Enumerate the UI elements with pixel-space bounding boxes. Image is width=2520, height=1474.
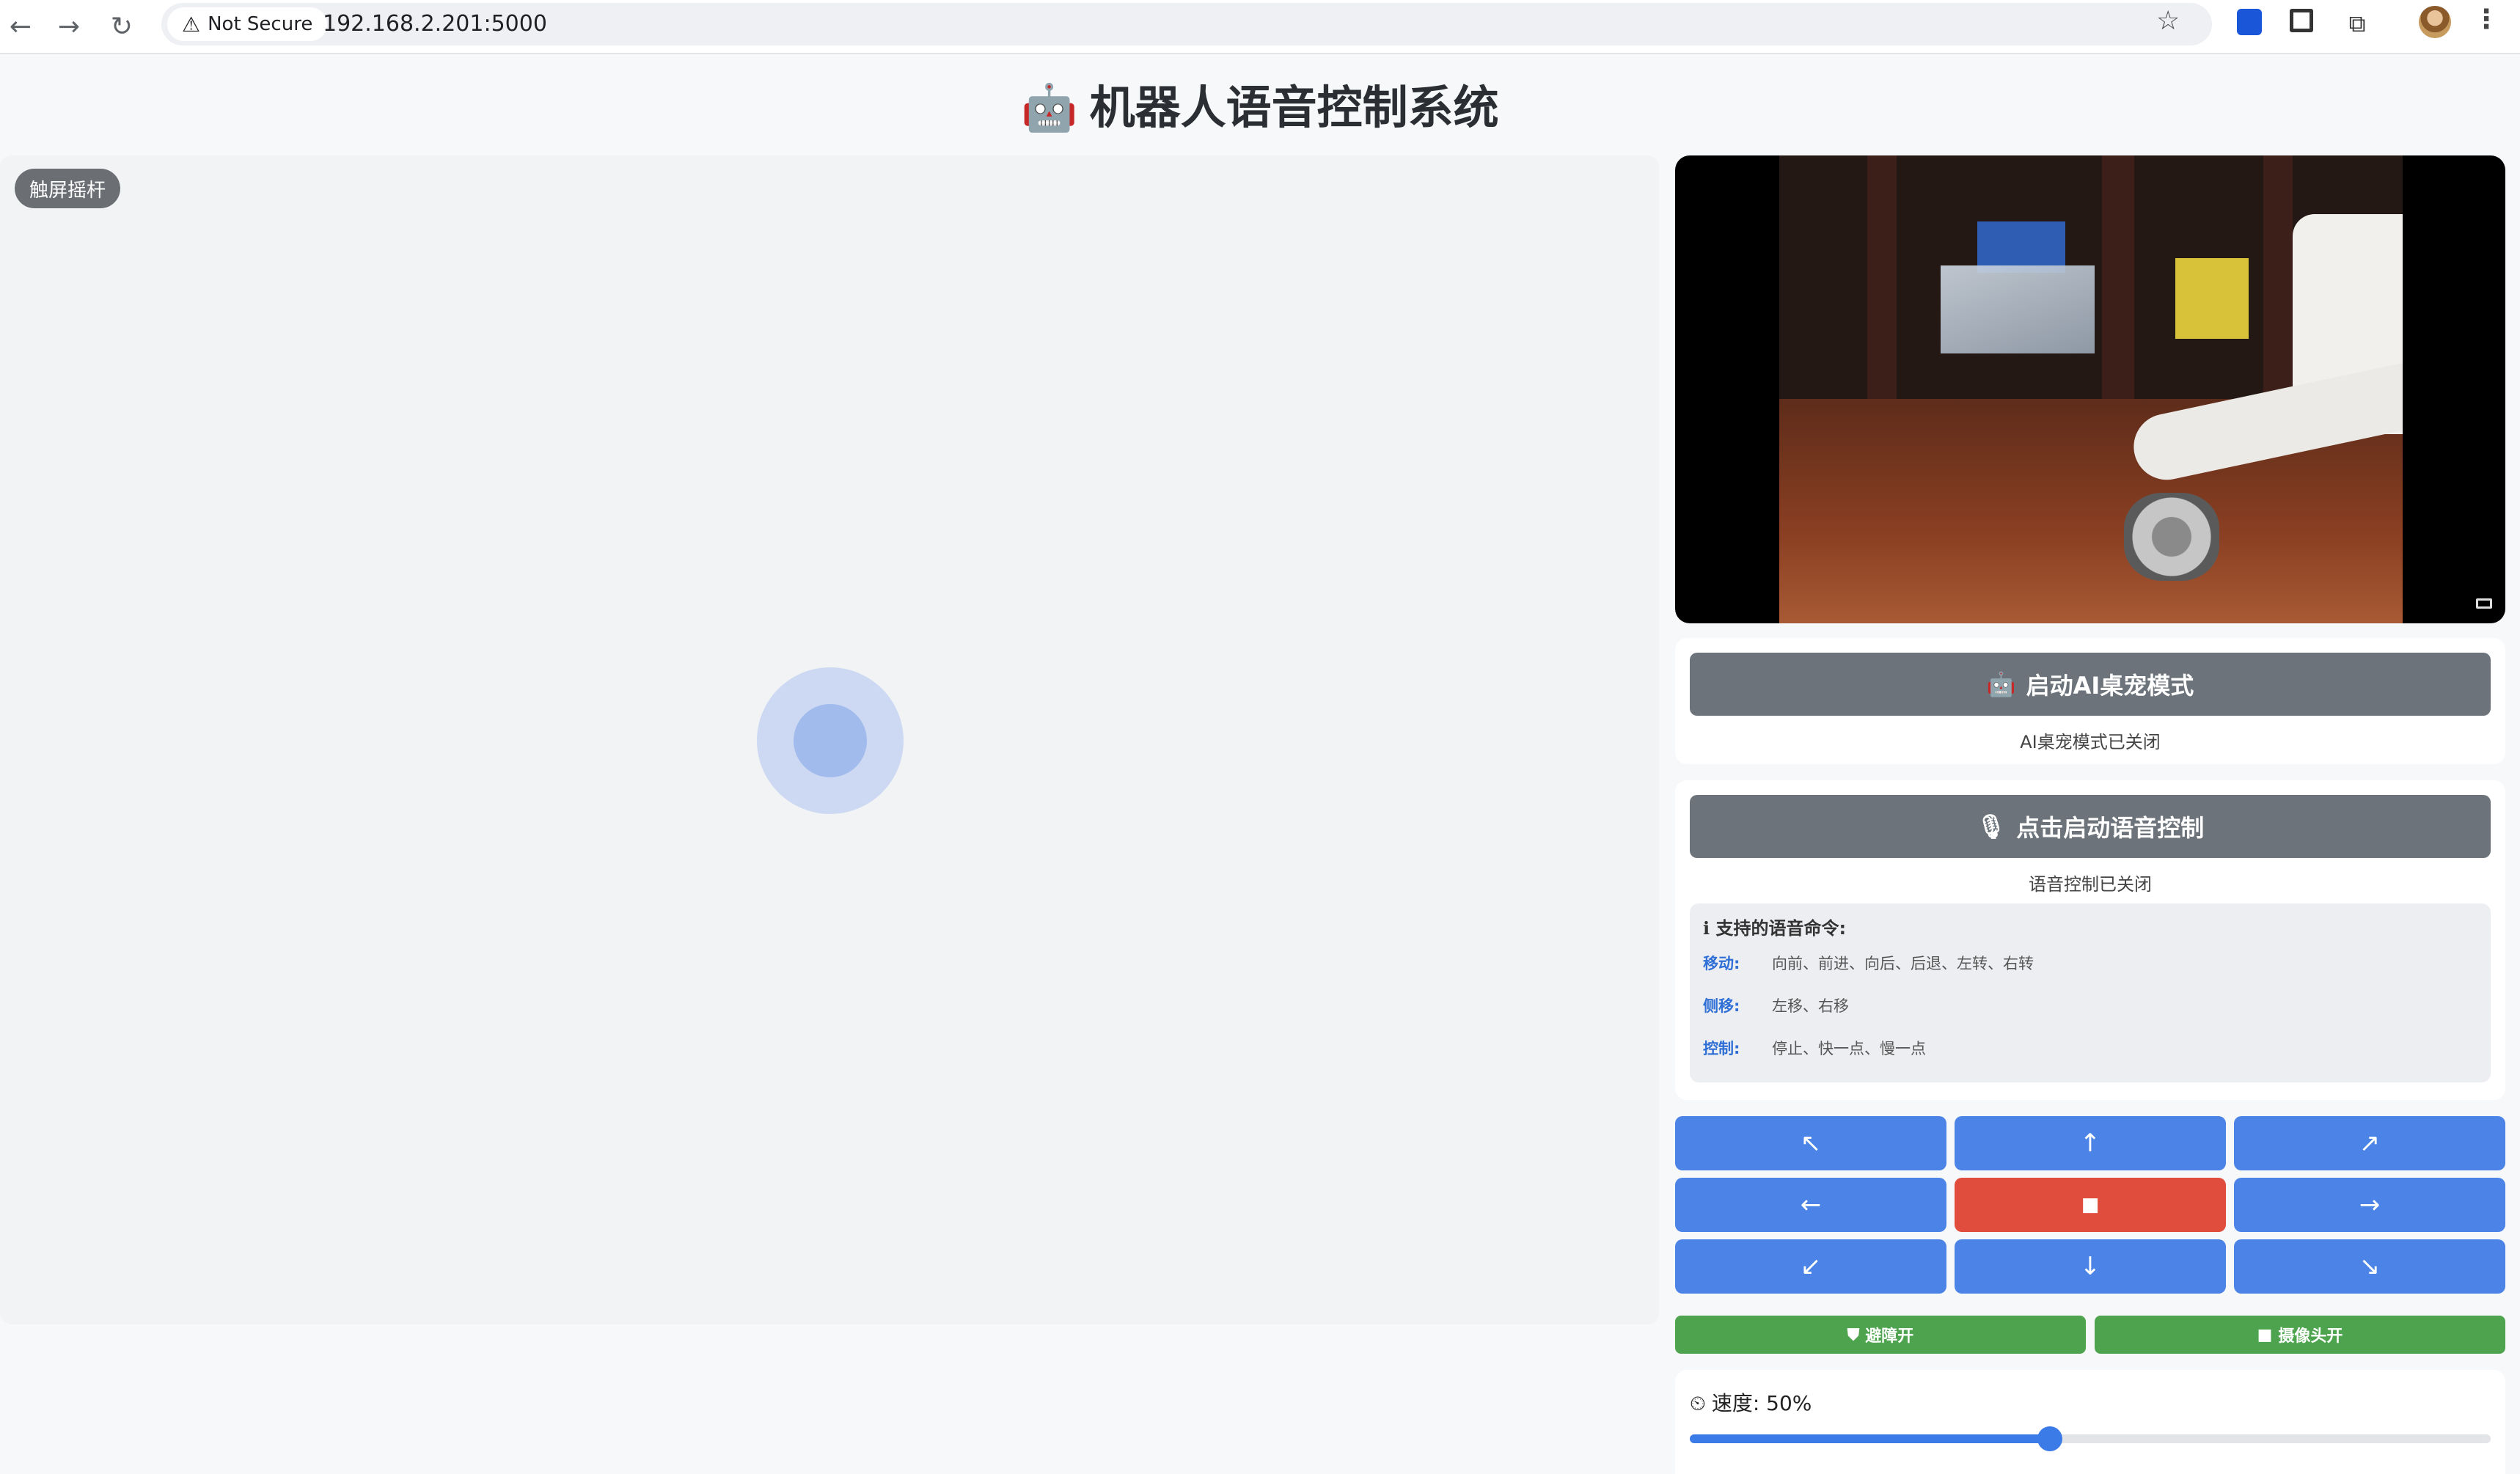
camera-overlay-icon (2476, 598, 2492, 609)
camera-toggle[interactable]: ■ 摄像头开 (2095, 1316, 2505, 1354)
speed-label: ⏲ 速度: 50% (1690, 1387, 1812, 1417)
voice-commands-title: ℹ 支持的语音命令: (1703, 918, 1847, 939)
command-key: 移动: (1703, 955, 1740, 972)
command-value: 左移、右移 (1772, 997, 1849, 1015)
back-icon[interactable]: ← (0, 6, 41, 47)
move-up-left-button[interactable]: ↖ (1675, 1116, 1946, 1170)
joystick-panel[interactable]: 触屏摇杆 (0, 155, 1659, 1324)
speed-text: 速度: 50% (1711, 1391, 1812, 1415)
speed-card: ⏲ 速度: 50% (1675, 1370, 2505, 1474)
move-down-left-button[interactable]: ↙ (1675, 1239, 1946, 1294)
security-label: Not Secure (208, 13, 313, 35)
page-title: 🤖 机器人语音控制系统 (0, 70, 2520, 136)
command-key: 控制: (1703, 1040, 1740, 1057)
profile-avatar[interactable] (2419, 6, 2451, 38)
joystick-knob[interactable] (794, 704, 867, 777)
warning-icon: ⚠ (182, 12, 201, 37)
joystick-base[interactable] (757, 667, 904, 814)
move-right-button[interactable]: → (2234, 1178, 2505, 1232)
voice-control-button-label: 点击启动语音控制 (2016, 814, 2205, 842)
command-value: 向前、前进、向后、后退、左转、右转 (1772, 955, 2034, 972)
security-chip[interactable]: ⚠ Not Secure (167, 7, 328, 41)
microphone-off-icon: 🎙 (1976, 813, 2007, 840)
move-left-button[interactable]: ← (1675, 1178, 1946, 1232)
ai-pet-card: 🤖 启动AI桌宠模式 AI桌宠模式已关闭 (1675, 638, 2505, 764)
move-up-right-button[interactable]: ↗ (2234, 1116, 2505, 1170)
info-icon: ℹ (1703, 918, 1710, 939)
speed-slider[interactable] (1690, 1426, 2491, 1451)
page-title-text: 机器人语音控制系统 (1089, 81, 1499, 134)
speed-slider-thumb[interactable] (2037, 1426, 2063, 1451)
video-camera-icon: ■ (2257, 1325, 2273, 1344)
shield-icon: ⛊ (1847, 1325, 1860, 1344)
extension-blue-icon[interactable] (2237, 9, 2262, 35)
speedometer-icon: ⏲ (1690, 1391, 1706, 1415)
voice-commands-box: ℹ 支持的语音命令: 移动: 向前、前进、向后、后退、左转、右转 侧移: 左移、… (1690, 903, 2491, 1082)
speed-slider-fill (1690, 1434, 2051, 1443)
stop-button[interactable]: ■ (1955, 1178, 2226, 1232)
qr-code-icon[interactable] (2290, 9, 2313, 32)
ai-pet-button-label: 启动AI桌宠模式 (2026, 672, 2194, 700)
ai-pet-button[interactable]: 🤖 启动AI桌宠模式 (1690, 653, 2491, 716)
robot-icon: 🤖 (1021, 81, 1078, 134)
voice-card: 🎙 点击启动语音控制 语音控制已关闭 ℹ 支持的语音命令: 移动: 向前、前进、… (1675, 780, 2505, 1100)
address-bar[interactable]: ⚠ Not Secure 192.168.2.201:5000 (161, 3, 2212, 45)
camera-feed (1675, 155, 2505, 623)
bookmark-star-icon[interactable]: ☆ (2156, 6, 2180, 36)
forward-icon[interactable]: → (48, 6, 89, 47)
browser-menu-icon[interactable]: ⋮ (2473, 4, 2499, 34)
move-down-button[interactable]: ↓ (1955, 1239, 2226, 1294)
ai-pet-status: AI桌宠模式已关闭 (2020, 732, 2161, 752)
reload-icon[interactable]: ↻ (101, 6, 142, 47)
extensions-icon[interactable]: ⧉ (2340, 6, 2375, 41)
camera-toggle-label: 摄像头开 (2278, 1327, 2343, 1346)
obstacle-avoidance-label: 避障开 (1865, 1327, 1914, 1346)
voice-status: 语音控制已关闭 (2029, 874, 2152, 895)
move-up-button[interactable]: ↑ (1955, 1116, 2226, 1170)
robot-icon: 🤖 (1986, 670, 2016, 698)
camera-frame (1779, 155, 2403, 623)
obstacle-avoidance-toggle[interactable]: ⛊ 避障开 (1675, 1316, 2086, 1354)
command-key: 侧移: (1703, 997, 1740, 1015)
move-down-right-button[interactable]: ↘ (2234, 1239, 2505, 1294)
command-value: 停止、快一点、慢一点 (1772, 1040, 1926, 1057)
voice-control-button[interactable]: 🎙 点击启动语音控制 (1690, 795, 2491, 858)
url-text[interactable]: 192.168.2.201:5000 (323, 10, 547, 38)
browser-toolbar: ← → ↻ ⚠ Not Secure 192.168.2.201:5000 ☆ … (0, 0, 2520, 54)
joystick-badge: 触屏摇杆 (15, 169, 121, 208)
